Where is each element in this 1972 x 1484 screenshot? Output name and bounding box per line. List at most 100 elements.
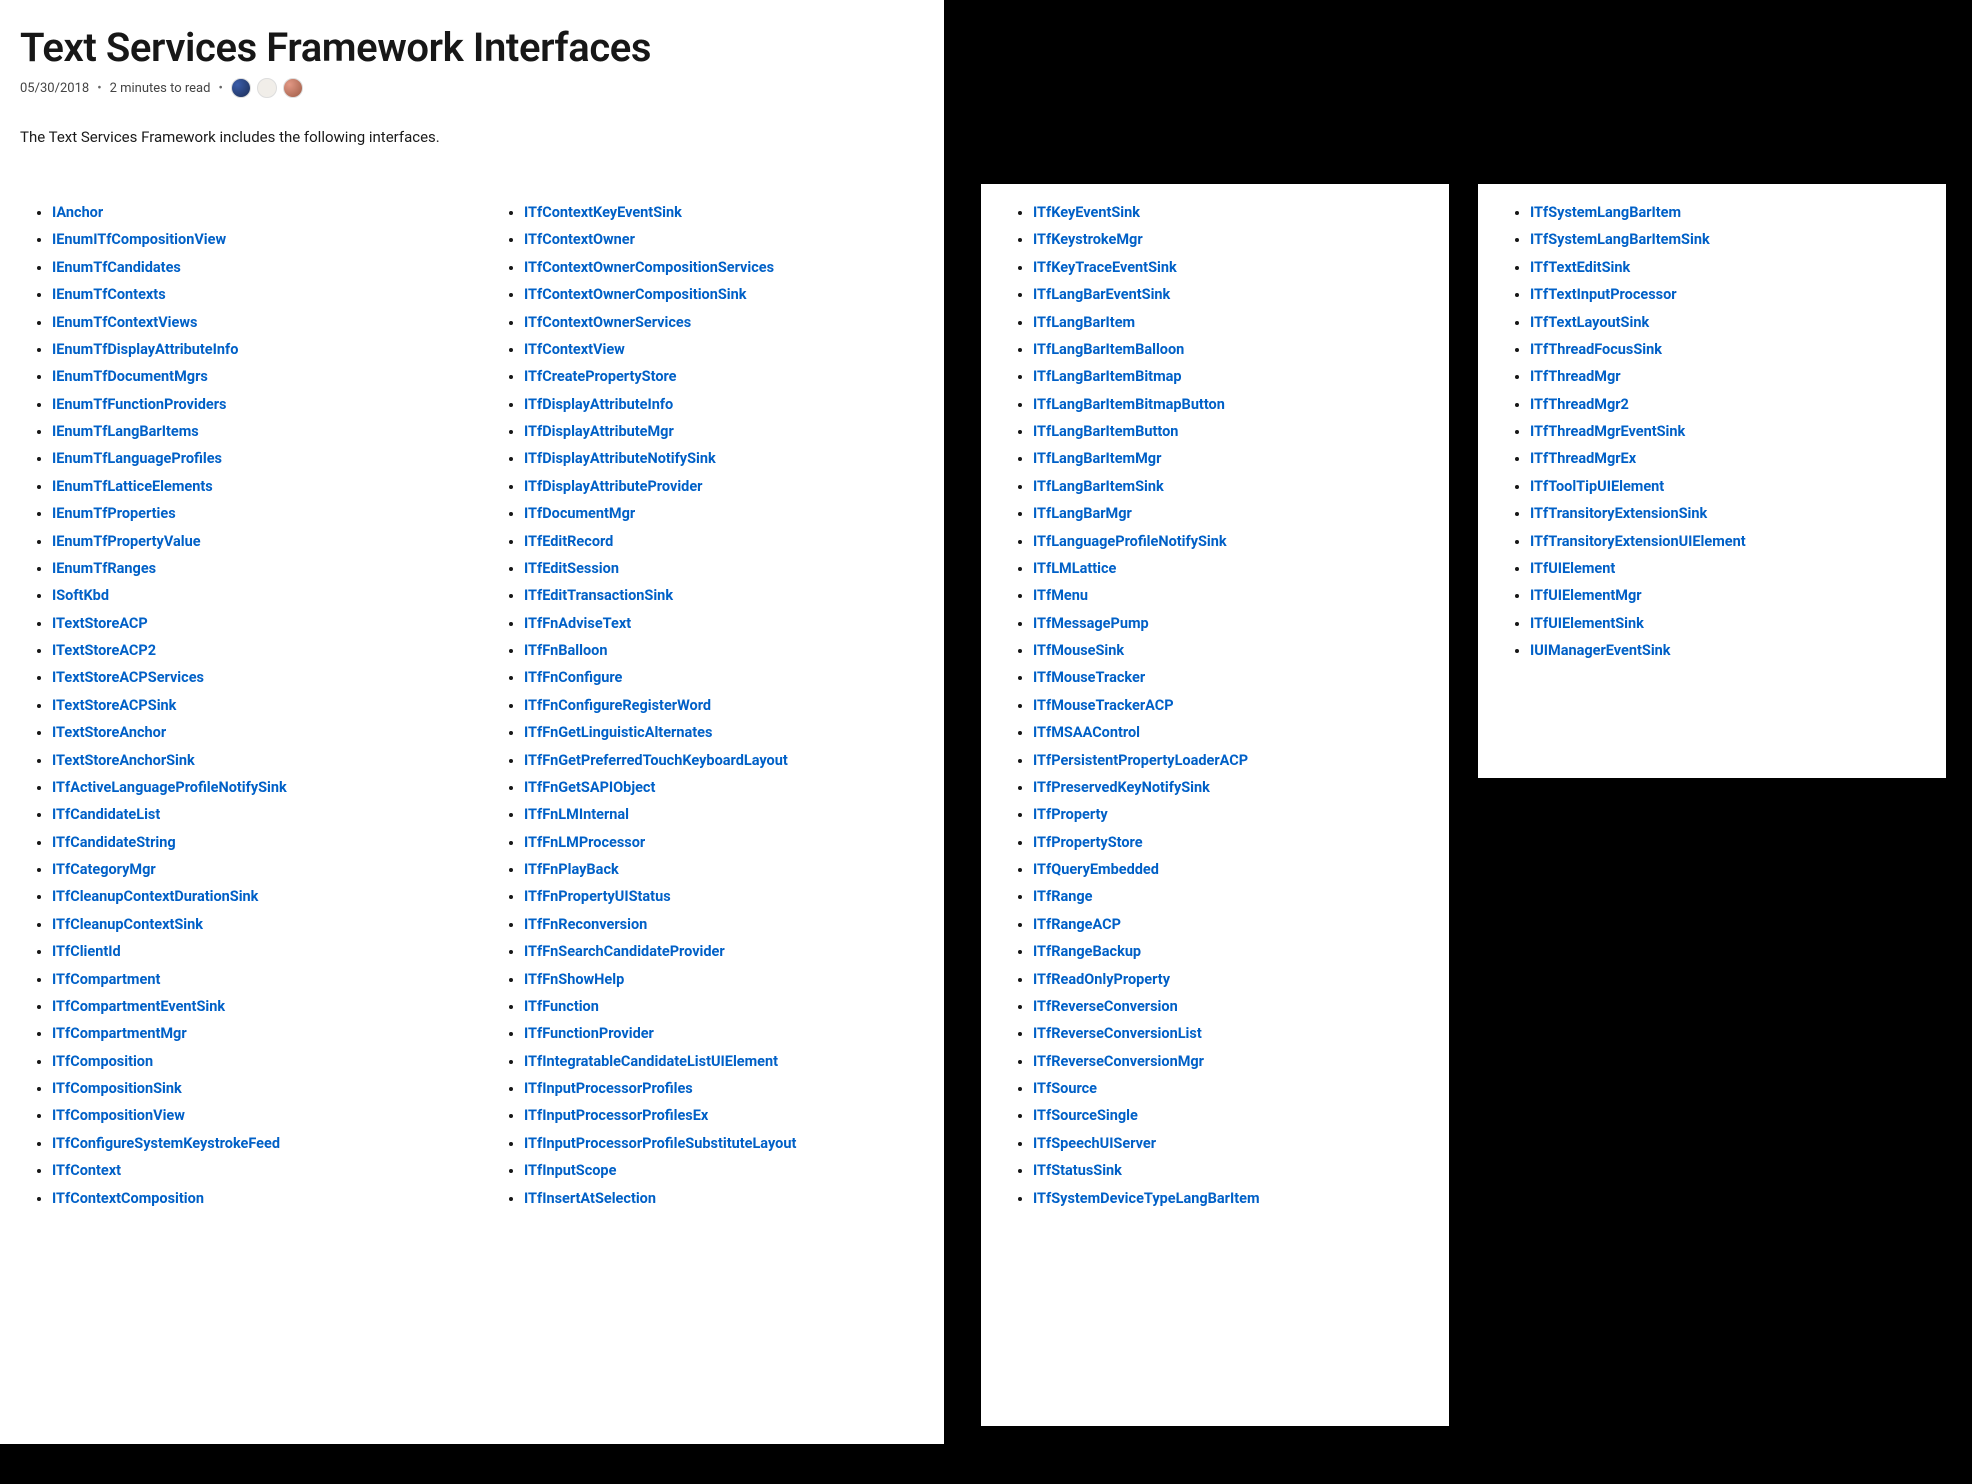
interface-link[interactable]: ITfInputProcessorProfilesEx	[524, 1107, 708, 1124]
interface-link[interactable]: ITfPersistentPropertyLoaderACP	[1033, 752, 1248, 769]
interface-link[interactable]: ITfStatusSink	[1033, 1162, 1122, 1179]
interface-link[interactable]: ITfDisplayAttributeMgr	[524, 423, 674, 440]
interface-link[interactable]: ITfMessagePump	[1033, 615, 1149, 632]
interface-link[interactable]: ITfMouseTracker	[1033, 669, 1145, 686]
interface-link[interactable]: ITfCandidateList	[52, 806, 160, 823]
interface-link[interactable]: ITfSpeechUIServer	[1033, 1135, 1156, 1152]
interface-link[interactable]: ITfFnConfigure	[524, 669, 622, 686]
interface-link[interactable]: ITfLangBarItemMgr	[1033, 450, 1161, 467]
interface-link[interactable]: ITfRangeBackup	[1033, 943, 1141, 960]
interface-link[interactable]: ITfLMLattice	[1033, 560, 1116, 577]
interface-link[interactable]: ITextStoreACP	[52, 615, 148, 632]
interface-link[interactable]: ITfContextOwnerCompositionSink	[524, 286, 747, 303]
interface-link[interactable]: ITfLanguageProfileNotifySink	[1033, 533, 1227, 550]
interface-link[interactable]: ITfCleanupContextSink	[52, 916, 203, 933]
interface-link[interactable]: ITfTransitoryExtensionUIElement	[1530, 533, 1746, 550]
interface-link[interactable]: ITextStoreACP2	[52, 642, 156, 659]
interface-link[interactable]: ITfCompositionSink	[52, 1080, 182, 1097]
interface-link[interactable]: ITfKeyTraceEventSink	[1033, 259, 1177, 276]
interface-link[interactable]: ITfTextLayoutSink	[1530, 314, 1649, 331]
interface-link[interactable]: ITfFnGetLinguisticAlternates	[524, 724, 712, 741]
interface-link[interactable]: IEnumTfPropertyValue	[52, 533, 201, 550]
interface-link[interactable]: ITfLangBarMgr	[1033, 505, 1132, 522]
interface-link[interactable]: ITfThreadMgrEventSink	[1530, 423, 1685, 440]
interface-link[interactable]: IEnumTfLatticeElements	[52, 478, 213, 495]
interface-link[interactable]: ITfLangBarItem	[1033, 314, 1135, 331]
interface-link[interactable]: ITextStoreACPSink	[52, 697, 176, 714]
interface-link[interactable]: ITfKeyEventSink	[1033, 204, 1140, 221]
interface-link[interactable]: ITfDisplayAttributeProvider	[524, 478, 702, 495]
interface-link[interactable]: ITfInputProcessorProfileSubstituteLayout	[524, 1135, 796, 1152]
interface-link[interactable]: ITfInputScope	[524, 1162, 616, 1179]
interface-link[interactable]: ITfComposition	[52, 1053, 153, 1070]
interface-link[interactable]: ITfToolTipUIElement	[1530, 478, 1664, 495]
interface-link[interactable]: ITextStoreACPServices	[52, 669, 204, 686]
interface-link[interactable]: ITfTextInputProcessor	[1530, 286, 1677, 303]
interface-link[interactable]: ITfFunction	[524, 998, 599, 1015]
interface-link[interactable]: ITfUIElementSink	[1530, 615, 1644, 632]
interface-link[interactable]: ITfThreadMgrEx	[1530, 450, 1636, 467]
interface-link[interactable]: ITfEditRecord	[524, 533, 613, 550]
interface-link[interactable]: ITfFnAdviseText	[524, 615, 631, 632]
interface-link[interactable]: ITfRangeACP	[1033, 916, 1121, 933]
interface-link[interactable]: IEnumTfProperties	[52, 505, 176, 522]
interface-link[interactable]: ITfLangBarItemSink	[1033, 478, 1164, 495]
interface-link[interactable]: ITfFnReconversion	[524, 916, 647, 933]
interface-link[interactable]: ITfCleanupContextDurationSink	[52, 888, 258, 905]
interface-link[interactable]: ITfFnPlayBack	[524, 861, 619, 878]
interface-link[interactable]: ITfInputProcessorProfiles	[524, 1080, 693, 1097]
contributor-avatar-icon[interactable]	[231, 78, 251, 98]
interface-link[interactable]: ITfSourceSingle	[1033, 1107, 1138, 1124]
contributor-avatar-icon[interactable]	[257, 78, 277, 98]
interface-link[interactable]: ITfFnGetSAPIObject	[524, 779, 655, 796]
interface-link[interactable]: ITfCategoryMgr	[52, 861, 156, 878]
interface-link[interactable]: IUIManagerEventSink	[1530, 642, 1671, 659]
interface-link[interactable]: ITfReverseConversionList	[1033, 1025, 1202, 1042]
interface-link[interactable]: ITfFnGetPreferredTouchKeyboardLayout	[524, 752, 788, 769]
interface-link[interactable]: ITextStoreAnchorSink	[52, 752, 195, 769]
interface-link[interactable]: IEnumTfLangBarItems	[52, 423, 199, 440]
interface-link[interactable]: ITfContextKeyEventSink	[524, 204, 682, 221]
interface-link[interactable]: IEnumTfLanguageProfiles	[52, 450, 222, 467]
interface-link[interactable]: ITextStoreAnchor	[52, 724, 166, 741]
interface-link[interactable]: ITfCompartmentEventSink	[52, 998, 225, 1015]
interface-link[interactable]: ITfSystemLangBarItem	[1530, 204, 1681, 221]
interface-link[interactable]: ITfFnSearchCandidateProvider	[524, 943, 725, 960]
interface-link[interactable]: ITfReverseConversion	[1033, 998, 1178, 1015]
interface-link[interactable]: ITfUIElement	[1530, 560, 1615, 577]
interface-link[interactable]: ITfFnLMProcessor	[524, 834, 645, 851]
interface-link[interactable]: ITfProperty	[1033, 806, 1108, 823]
interface-link[interactable]: ITfContextOwner	[524, 231, 635, 248]
interface-link[interactable]: ITfSystemLangBarItemSink	[1530, 231, 1710, 248]
interface-link[interactable]: ITfLangBarItemBalloon	[1033, 341, 1184, 358]
interface-link[interactable]: ITfMouseTrackerACP	[1033, 697, 1174, 714]
contributor-avatar-icon[interactable]	[283, 78, 303, 98]
interface-link[interactable]: ITfLangBarEventSink	[1033, 286, 1170, 303]
interface-link[interactable]: ITfTransitoryExtensionSink	[1530, 505, 1707, 522]
interface-link[interactable]: ITfMouseSink	[1033, 642, 1124, 659]
interface-link[interactable]: IEnumTfRanges	[52, 560, 156, 577]
interface-link[interactable]: ITfDisplayAttributeInfo	[524, 396, 673, 413]
interface-link[interactable]: ITfThreadMgr2	[1530, 396, 1629, 413]
interface-link[interactable]: ITfContextOwnerCompositionServices	[524, 259, 774, 276]
interface-link[interactable]: ITfFnShowHelp	[524, 971, 624, 988]
interface-link[interactable]: IEnumTfContextViews	[52, 314, 197, 331]
interface-link[interactable]: ITfCompartmentMgr	[52, 1025, 187, 1042]
interface-link[interactable]: ITfContextView	[524, 341, 625, 358]
interface-link[interactable]: IEnumTfCandidates	[52, 259, 181, 276]
interface-link[interactable]: IEnumITfCompositionView	[52, 231, 226, 248]
interface-link[interactable]: ISoftKbd	[52, 587, 109, 604]
interface-link[interactable]: ITfTextEditSink	[1530, 259, 1630, 276]
interface-link[interactable]: ITfThreadMgr	[1530, 368, 1621, 385]
interface-link[interactable]: ITfMenu	[1033, 587, 1088, 604]
interface-link[interactable]: ITfKeystrokeMgr	[1033, 231, 1143, 248]
interface-link[interactable]: ITfLangBarItemButton	[1033, 423, 1178, 440]
interface-link[interactable]: ITfSource	[1033, 1080, 1097, 1097]
interface-link[interactable]: ITfFnLMInternal	[524, 806, 629, 823]
interface-link[interactable]: ITfSystemDeviceTypeLangBarItem	[1033, 1190, 1260, 1207]
interface-link[interactable]: ITfCreatePropertyStore	[524, 368, 677, 385]
interface-link[interactable]: ITfThreadFocusSink	[1530, 341, 1662, 358]
interface-link[interactable]: ITfClientId	[52, 943, 121, 960]
interface-link[interactable]: ITfCompositionView	[52, 1107, 185, 1124]
interface-link[interactable]: ITfCompartment	[52, 971, 160, 988]
